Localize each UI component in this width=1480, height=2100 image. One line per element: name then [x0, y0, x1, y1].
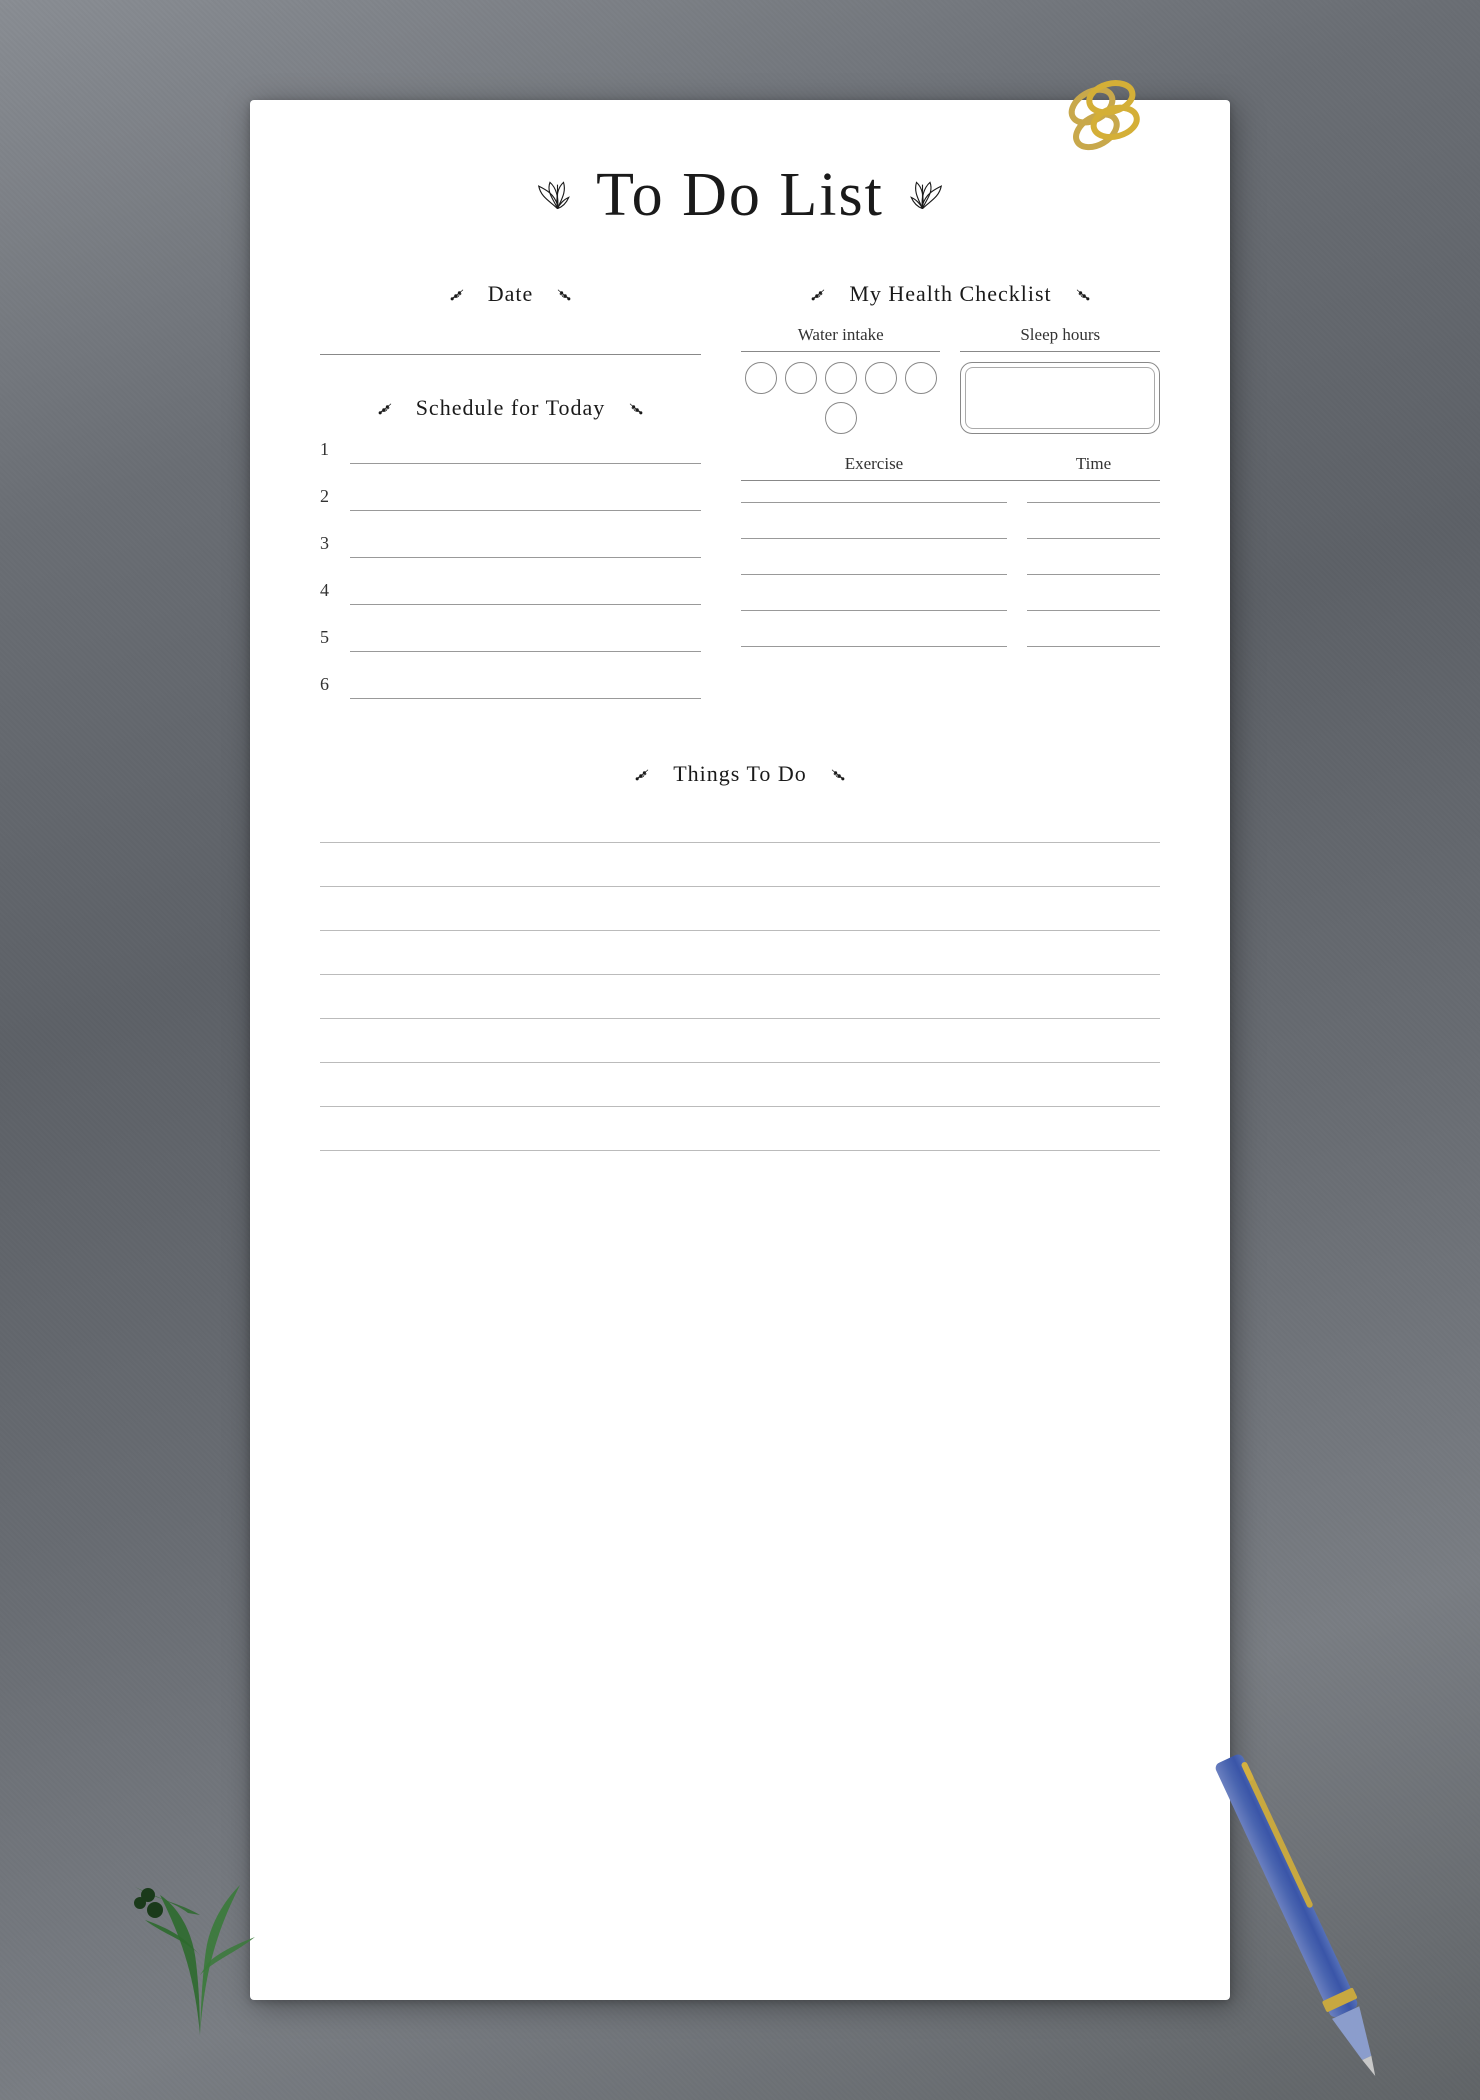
schedule-line-2[interactable] [350, 487, 701, 511]
time-input-3[interactable] [1027, 553, 1160, 575]
schedule-line-5[interactable] [350, 628, 701, 652]
water-circle-1[interactable] [745, 362, 777, 394]
sleep-hours-area: Sleep hours [960, 325, 1160, 434]
things-header: Things To Do [320, 761, 1160, 787]
water-circle-2[interactable] [785, 362, 817, 394]
things-right-branch-icon [817, 763, 847, 785]
things-label: Things To Do [673, 761, 807, 787]
todo-line-5[interactable] [320, 981, 1160, 1019]
water-circle-3[interactable] [825, 362, 857, 394]
todo-line-7[interactable] [320, 1069, 1160, 1107]
health-checklist-section: My Health Checklist [741, 281, 1160, 647]
date-left-branch-icon [448, 283, 478, 305]
date-header: Date [320, 281, 701, 307]
health-left-branch-icon [809, 283, 839, 305]
water-sleep-row: Water intake Sleep hours [741, 325, 1160, 434]
todo-line-4[interactable] [320, 937, 1160, 975]
sleep-hours-box[interactable] [960, 362, 1160, 434]
schedule-number-1: 1 [320, 439, 340, 464]
exercise-row-4 [741, 589, 1160, 611]
health-header: My Health Checklist [741, 281, 1160, 307]
time-column-label: Time [1027, 454, 1160, 474]
schedule-number-3: 3 [320, 533, 340, 558]
health-right-branch-icon [1062, 283, 1092, 305]
exercise-column-label: Exercise [741, 454, 1007, 474]
schedule-number-6: 6 [320, 674, 340, 699]
left-leaf-icon [535, 178, 580, 213]
exercise-list [741, 481, 1160, 647]
water-circles [741, 362, 941, 434]
exercise-input-2[interactable] [741, 517, 1007, 539]
water-circle-6[interactable] [825, 402, 857, 434]
schedule-list: 1 2 3 4 5 [320, 439, 701, 699]
exercise-input-5[interactable] [741, 625, 1007, 647]
time-input-5[interactable] [1027, 625, 1160, 647]
things-todo-section: Things To Do [320, 761, 1160, 1151]
health-label: My Health Checklist [849, 281, 1051, 307]
exercise-header-row: Exercise Time [741, 454, 1160, 481]
todo-line-6[interactable] [320, 1025, 1160, 1063]
paper-sheet: To Do List [250, 100, 1230, 2000]
schedule-number-4: 4 [320, 580, 340, 605]
schedule-item-6: 6 [320, 674, 701, 699]
date-input-line[interactable] [320, 325, 701, 355]
water-label: Water intake [741, 325, 941, 352]
exercise-row-3 [741, 553, 1160, 575]
schedule-label: Schedule for Today [416, 395, 606, 421]
things-lines [320, 805, 1160, 1151]
schedule-item-2: 2 [320, 486, 701, 511]
things-left-branch-icon [633, 763, 663, 785]
page-title: To Do List [596, 160, 884, 231]
time-input-4[interactable] [1027, 589, 1160, 611]
time-input-1[interactable] [1027, 481, 1160, 503]
schedule-line-1[interactable] [350, 440, 701, 464]
title-section: To Do List [320, 160, 1160, 231]
date-label: Date [488, 281, 534, 307]
schedule-line-4[interactable] [350, 581, 701, 605]
schedule-line-6[interactable] [350, 675, 701, 699]
exercise-row-1 [741, 481, 1160, 503]
schedule-item-3: 3 [320, 533, 701, 558]
time-input-2[interactable] [1027, 517, 1160, 539]
todo-line-3[interactable] [320, 893, 1160, 931]
schedule-section: Schedule for Today 1 [320, 395, 701, 699]
sleep-label: Sleep hours [960, 325, 1160, 352]
water-circle-5[interactable] [905, 362, 937, 394]
todo-line-1[interactable] [320, 805, 1160, 843]
exercise-input-4[interactable] [741, 589, 1007, 611]
todo-line-2[interactable] [320, 849, 1160, 887]
water-circle-4[interactable] [865, 362, 897, 394]
exercise-row-2 [741, 517, 1160, 539]
date-section: Date [320, 281, 701, 355]
exercise-row-5 [741, 625, 1160, 647]
schedule-line-3[interactable] [350, 534, 701, 558]
right-column: My Health Checklist [741, 281, 1160, 721]
exercise-section: Exercise Time [741, 454, 1160, 647]
exercise-input-1[interactable] [741, 481, 1007, 503]
exercise-input-3[interactable] [741, 553, 1007, 575]
right-leaf-icon [900, 178, 945, 213]
todo-line-8[interactable] [320, 1113, 1160, 1151]
schedule-item-5: 5 [320, 627, 701, 652]
schedule-item-1: 1 [320, 439, 701, 464]
pen-decoration [1205, 1748, 1400, 2091]
water-intake-area: Water intake [741, 325, 941, 434]
date-right-branch-icon [543, 283, 573, 305]
schedule-item-4: 4 [320, 580, 701, 605]
schedule-right-branch-icon [615, 397, 645, 419]
schedule-header: Schedule for Today [320, 395, 701, 421]
schedule-number-2: 2 [320, 486, 340, 511]
schedule-left-branch-icon [376, 397, 406, 419]
left-column: Date [320, 281, 701, 721]
schedule-number-5: 5 [320, 627, 340, 652]
